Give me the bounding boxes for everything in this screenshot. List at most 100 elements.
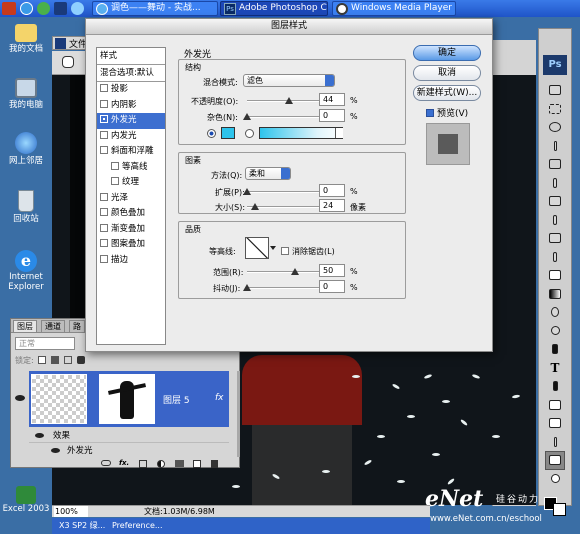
clone-stamp-tool-icon[interactable] bbox=[545, 229, 565, 248]
ie-quicklaunch-icon[interactable] bbox=[20, 2, 33, 15]
marquee-tool-icon[interactable] bbox=[545, 100, 565, 119]
tab-paths[interactable]: 路 bbox=[69, 320, 85, 333]
hand-tool-icon[interactable] bbox=[545, 451, 565, 470]
layer-blend-mode-select[interactable]: 正常 bbox=[15, 337, 75, 350]
style-item-checkbox[interactable] bbox=[100, 254, 108, 263]
style-item[interactable]: 光泽 bbox=[97, 191, 165, 207]
style-item[interactable]: 内阴影 bbox=[97, 98, 165, 114]
blend-options-item[interactable]: 混合选项:默认 bbox=[97, 65, 165, 82]
style-item-checkbox[interactable] bbox=[100, 99, 108, 108]
link-layers-icon[interactable] bbox=[101, 460, 111, 466]
style-item-checkbox[interactable] bbox=[100, 239, 108, 247]
lock-transparent-icon[interactable] bbox=[38, 356, 46, 364]
jitter-input[interactable]: 0 bbox=[319, 280, 345, 293]
lock-position-icon[interactable] bbox=[64, 356, 72, 364]
effect-visibility-eye-icon[interactable] bbox=[51, 448, 60, 453]
glow-gradient-picker[interactable] bbox=[259, 127, 343, 139]
tab-channels[interactable]: 通道 bbox=[41, 320, 65, 333]
style-item[interactable]: 斜面和浮雕 bbox=[97, 144, 165, 160]
ok-button[interactable]: 确定 bbox=[413, 45, 481, 61]
spread-slider-knob[interactable] bbox=[243, 188, 251, 195]
lock-image-icon[interactable] bbox=[51, 356, 59, 364]
taskbar-tab-photoshop[interactable]: Ps Adobe Photoshop C... bbox=[220, 1, 328, 16]
notes-tool-icon[interactable] bbox=[545, 414, 565, 433]
magic-wand-tool-icon[interactable] bbox=[545, 137, 565, 156]
desktop-icon-recycle-bin[interactable]: 回收站 bbox=[2, 190, 50, 224]
pen-tool-icon[interactable] bbox=[545, 377, 565, 396]
style-item-checkbox[interactable] bbox=[100, 208, 108, 216]
style-item[interactable]: 描边 bbox=[97, 253, 165, 269]
new-style-button[interactable]: 新建样式(W)... bbox=[413, 85, 481, 101]
eraser-tool-icon[interactable] bbox=[545, 266, 565, 285]
cancel-button[interactable]: 取消 bbox=[413, 65, 481, 81]
style-item[interactable]: 渐变叠加 bbox=[97, 222, 165, 238]
style-item-checkbox[interactable] bbox=[100, 146, 108, 154]
opacity-slider-knob[interactable] bbox=[285, 97, 293, 104]
type-tool-icon[interactable]: T bbox=[545, 359, 565, 378]
range-slider-knob[interactable] bbox=[291, 268, 299, 275]
adjustment-layer-icon[interactable] bbox=[157, 460, 165, 468]
opacity-input[interactable]: 44 bbox=[319, 93, 345, 106]
desktop-icon-my-documents[interactable]: 我的文档 bbox=[2, 24, 50, 54]
antialias-checkbox-box[interactable] bbox=[281, 247, 289, 255]
effects-row[interactable]: 效果 bbox=[29, 429, 229, 443]
layer-name[interactable]: 图层 5 bbox=[163, 393, 190, 406]
zoom-level[interactable]: 100% bbox=[54, 506, 88, 517]
desktop-icon-my-computer[interactable]: 我的电脑 bbox=[2, 78, 50, 110]
layer-visibility-eye-icon[interactable] bbox=[15, 395, 25, 401]
background-color-swatch[interactable] bbox=[553, 503, 566, 516]
healing-brush-tool-icon[interactable] bbox=[545, 192, 565, 211]
eyedropper-tool-icon[interactable] bbox=[545, 433, 565, 452]
lock-all-icon[interactable] bbox=[77, 356, 85, 364]
style-item[interactable]: 颜色叠加 bbox=[97, 206, 165, 222]
blend-mode-select[interactable]: 滤色 bbox=[243, 74, 335, 87]
tray-item[interactable]: Preference... bbox=[112, 518, 163, 534]
history-brush-tool-icon[interactable] bbox=[545, 248, 565, 267]
hand-tool-icon[interactable] bbox=[62, 56, 74, 68]
layer-mask-thumbnail[interactable] bbox=[99, 374, 155, 424]
layers-scrollbar[interactable] bbox=[237, 371, 240, 457]
desktop-icon-network[interactable]: 网上邻居 bbox=[2, 132, 50, 166]
new-layer-icon[interactable] bbox=[193, 460, 201, 468]
style-item-checkbox[interactable] bbox=[100, 223, 108, 232]
delete-layer-icon[interactable] bbox=[211, 460, 218, 468]
effect-visibility-eye-icon[interactable] bbox=[35, 433, 44, 438]
lasso-tool-icon[interactable] bbox=[545, 118, 565, 137]
ps-quicklaunch-icon[interactable] bbox=[54, 2, 67, 15]
brush-tool-icon[interactable] bbox=[545, 211, 565, 230]
gradient-dropdown-arrow-icon[interactable] bbox=[335, 128, 343, 138]
technique-select[interactable]: 柔和 bbox=[245, 167, 291, 180]
slice-tool-icon[interactable] bbox=[545, 174, 565, 193]
range-input[interactable]: 50 bbox=[319, 264, 345, 277]
crop-tool-icon[interactable] bbox=[545, 155, 565, 174]
style-item-checkbox[interactable] bbox=[100, 130, 108, 139]
preview-checkbox-box[interactable] bbox=[426, 109, 434, 117]
preview-checkbox[interactable]: 预览(V) bbox=[426, 106, 468, 119]
antialias-checkbox[interactable]: 消除锯齿(L) bbox=[281, 246, 335, 257]
taskbar-tab-browser[interactable]: 调色——舞动 - 实战... bbox=[92, 1, 218, 16]
style-item[interactable]: 纹理 bbox=[97, 175, 165, 191]
solid-color-radio[interactable] bbox=[207, 129, 216, 138]
layer-row[interactable]: 图层 5 fx bbox=[29, 371, 229, 427]
blur-tool-icon[interactable] bbox=[545, 303, 565, 322]
desktop-icon-internet-explorer[interactable]: e Internet Explorer bbox=[2, 250, 50, 292]
media-quicklaunch-icon[interactable] bbox=[37, 2, 50, 15]
style-item[interactable]: 外发光 bbox=[97, 113, 165, 129]
jitter-slider-knob[interactable] bbox=[243, 284, 251, 291]
layer-fx-badge[interactable]: fx bbox=[215, 393, 224, 403]
style-item[interactable]: 内发光 bbox=[97, 129, 165, 145]
move-tool-icon[interactable] bbox=[545, 81, 565, 100]
path-selection-tool-icon[interactable] bbox=[545, 340, 565, 359]
bird-quicklaunch-icon[interactable] bbox=[71, 2, 84, 15]
style-item[interactable]: 图案叠加 bbox=[97, 237, 165, 253]
gradient-tool-icon[interactable] bbox=[545, 285, 565, 304]
size-input[interactable]: 24 bbox=[319, 199, 345, 212]
zoom-tool-icon[interactable] bbox=[545, 470, 565, 489]
taskbar-tab-media-player[interactable]: Windows Media Player bbox=[332, 1, 456, 16]
dodge-tool-icon[interactable] bbox=[545, 322, 565, 341]
new-group-icon[interactable] bbox=[175, 460, 184, 467]
style-item-checkbox[interactable] bbox=[111, 161, 119, 170]
start-icon[interactable] bbox=[2, 2, 16, 15]
glow-color-swatch[interactable] bbox=[221, 127, 235, 139]
style-item-checkbox[interactable] bbox=[100, 192, 108, 201]
